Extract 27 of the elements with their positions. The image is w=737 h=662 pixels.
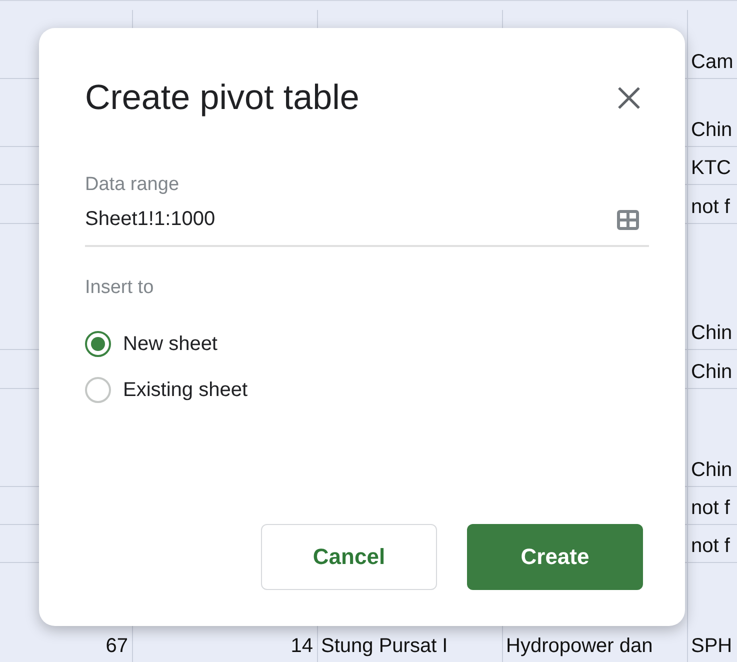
section-label: Insert to: [85, 277, 155, 299]
cell-text: Cam: [691, 51, 734, 74]
cell-text: not f: [691, 497, 730, 520]
grid-icon: [617, 210, 639, 230]
cell-text: Chin: [691, 361, 732, 384]
cell-text: not f: [691, 196, 730, 219]
field-label: Data range: [85, 174, 180, 196]
cancel-button[interactable]: Cancel: [261, 524, 437, 590]
cell-text: Chin: [691, 459, 732, 482]
radio-option[interactable]: Existing sheet: [85, 377, 649, 403]
cell-text: Hydropower dan: [506, 635, 653, 658]
cell-text: 14: [290, 635, 313, 658]
radio-button[interactable]: [85, 331, 111, 357]
cell-text: 67: [106, 635, 128, 658]
cell-text: SPH: [691, 635, 732, 658]
radio-option[interactable]: New sheet: [85, 331, 649, 357]
create-button[interactable]: Create: [467, 524, 643, 590]
cell-text: KTC: [691, 157, 731, 180]
select-range-button[interactable]: [617, 210, 639, 230]
close-icon: [617, 86, 641, 110]
cell-text: not f: [691, 535, 730, 558]
cell-text: Chin: [691, 322, 732, 345]
cell-text: Stung Pursat I: [321, 635, 448, 658]
cell-text: Chin: [691, 119, 732, 142]
radio-button[interactable]: [85, 377, 111, 403]
range-field[interactable]: Sheet1!1:1000: [85, 196, 649, 247]
dialog-title: Create pivot table: [85, 78, 360, 118]
